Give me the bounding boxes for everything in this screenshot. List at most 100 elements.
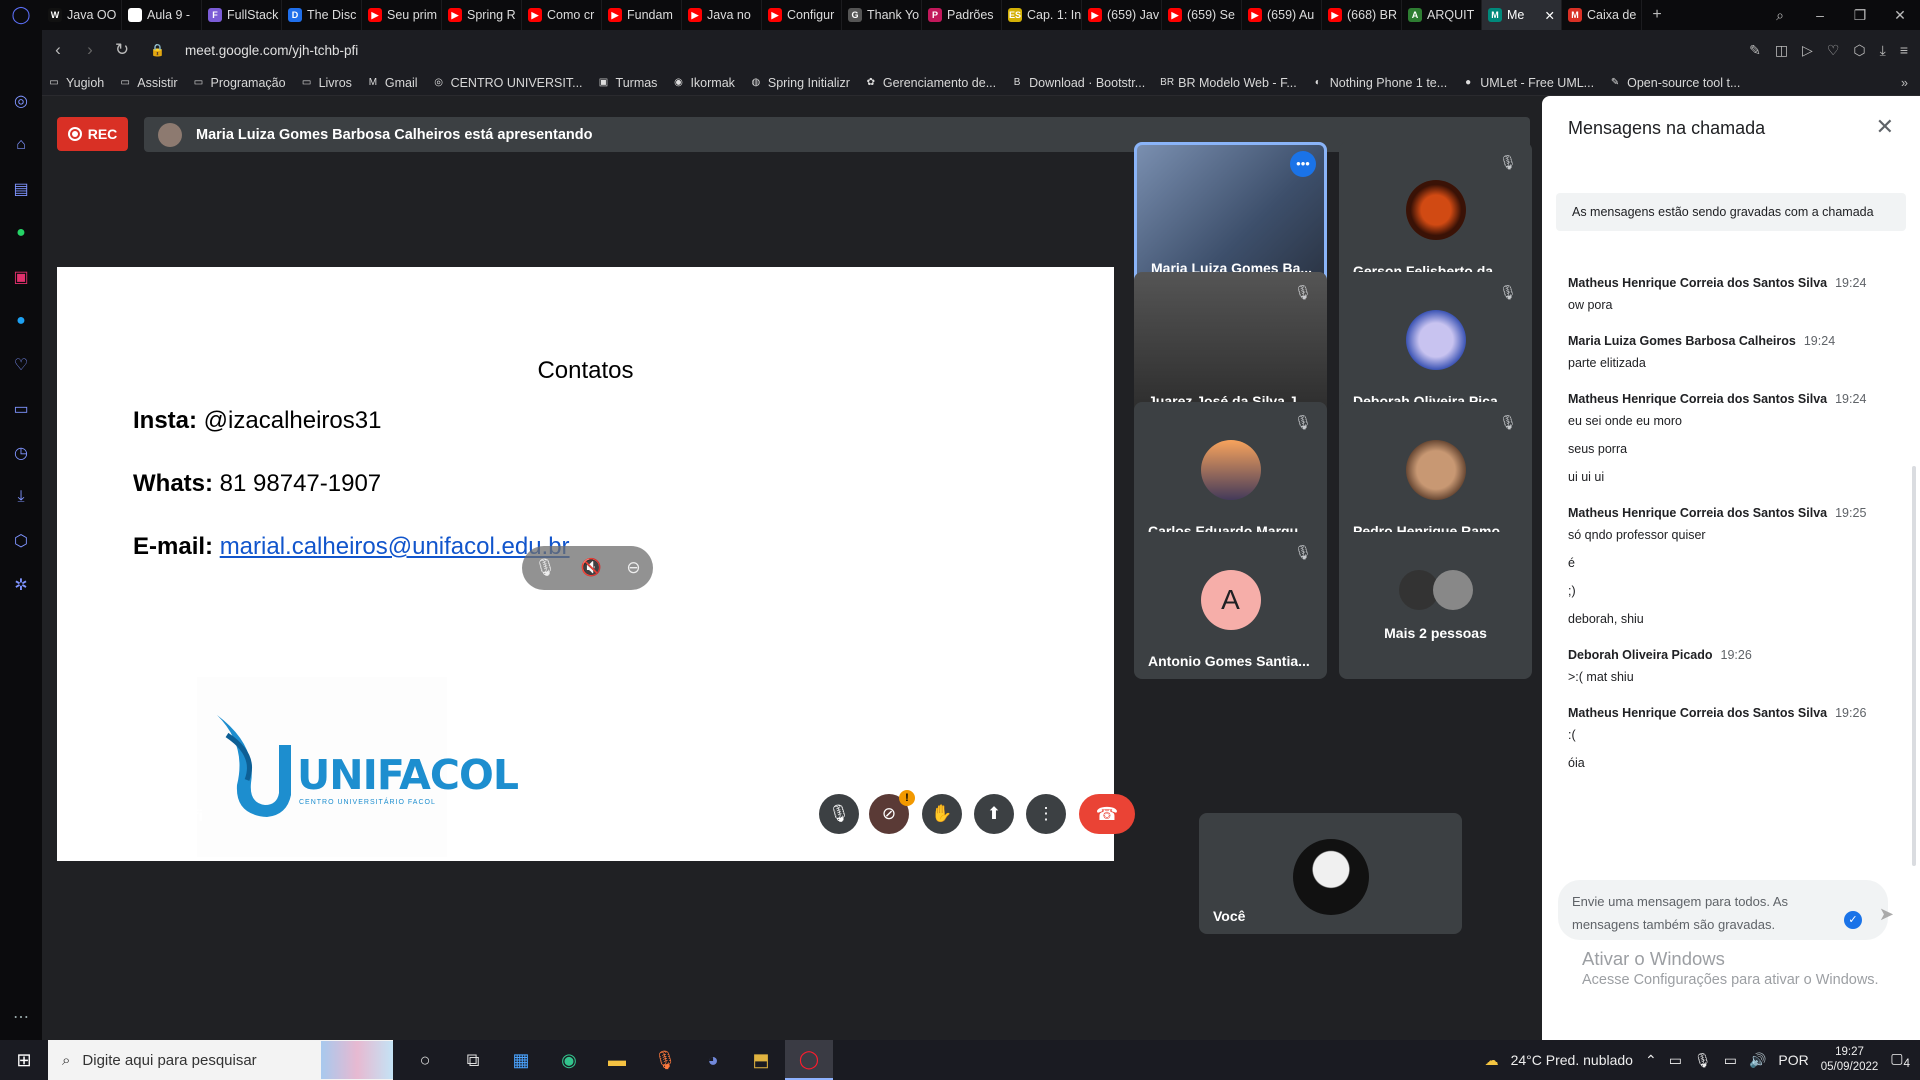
downloads-icon[interactable]: ⤓ xyxy=(10,486,32,508)
back-button[interactable]: ‹ xyxy=(42,40,74,60)
weather-icon[interactable]: ☁ xyxy=(1485,1052,1499,1069)
favorites-icon[interactable]: ♡ xyxy=(10,354,32,376)
bookmark-item[interactable]: ▭ Assistir xyxy=(119,76,178,90)
cortana-icon[interactable]: ○ xyxy=(401,1040,449,1080)
present-button[interactable]: ⬆ xyxy=(974,794,1014,834)
search-tabs-icon[interactable]: ⌕ xyxy=(1760,7,1800,24)
start-button[interactable]: ⊞ xyxy=(0,1050,48,1071)
mic-button[interactable]: 🎙 xyxy=(819,794,859,834)
taskbar-search[interactable]: ⌕ Digite aqui para pesquisar xyxy=(48,1040,393,1080)
bookmark-item[interactable]: ✿ Gerenciamento de... xyxy=(865,76,996,90)
participant-tile[interactable]: Mais 2 pessoas xyxy=(1339,532,1532,679)
bookmark-item[interactable]: ◍ Spring Initializr xyxy=(750,76,850,90)
discord-icon[interactable]: ◕ xyxy=(689,1040,737,1080)
bookmark-item[interactable]: ● UMLet - Free UML... xyxy=(1462,76,1594,90)
more-icon[interactable]: ⋯ xyxy=(10,1006,32,1028)
browser-tab[interactable]: ▶ Configur xyxy=(762,0,842,30)
browser-tab[interactable]: F FullStack xyxy=(202,0,282,30)
file-explorer-icon[interactable]: ▬ xyxy=(593,1040,641,1080)
participant-tile[interactable]: 🎙 Gerson Felisberto da ... xyxy=(1339,142,1532,289)
browser-tab[interactable]: A ARQUIT xyxy=(1402,0,1482,30)
raise-hand-button[interactable]: ✋ xyxy=(922,794,962,834)
bookmark-item[interactable]: ◎ CENTRO UNIVERSIT... xyxy=(433,76,582,90)
browser-tab[interactable]: ▶ Java no xyxy=(682,0,762,30)
browser-tab[interactable]: ES Cap. 1: In xyxy=(1002,0,1082,30)
browser-tab[interactable]: D The Disc xyxy=(282,0,362,30)
weather-text[interactable]: 24°C Pred. nublado xyxy=(1511,1052,1633,1068)
mic-app-icon[interactable]: 🎙 xyxy=(641,1040,689,1080)
settings-icon[interactable]: ✲ xyxy=(10,574,32,596)
store-icon[interactable]: ▦ xyxy=(497,1040,545,1080)
twitter-icon[interactable]: ● xyxy=(10,310,32,332)
minus-circle-icon[interactable]: ⊖ xyxy=(626,558,640,578)
participant-tile[interactable]: 🎙 Pedro Henrique Ramo... xyxy=(1339,402,1532,549)
mic-off-icon[interactable]: 🎙 xyxy=(534,558,556,578)
browser-tab[interactable]: M Me ✕ xyxy=(1482,0,1562,30)
end-call-button[interactable]: ☎ xyxy=(1079,794,1135,834)
bookmark-item[interactable]: ▭ Yugioh xyxy=(48,76,104,90)
bookmark-item[interactable]: B Download · Bootstr... xyxy=(1011,76,1145,90)
close-chat-icon[interactable]: ✕ xyxy=(1876,114,1894,140)
messages-icon[interactable]: ▭ xyxy=(10,398,32,420)
browser-tab[interactable]: ▶ Seu prim xyxy=(362,0,442,30)
self-tile[interactable]: Você xyxy=(1199,813,1462,934)
minimize-button[interactable]: – xyxy=(1800,7,1840,23)
participant-tile[interactable]: A 🎙 Antonio Gomes Santia... xyxy=(1134,532,1327,679)
participant-tile[interactable]: 🎙 Carlos Eduardo Marqu... xyxy=(1134,402,1327,549)
close-window-button[interactable]: ✕ xyxy=(1880,7,1920,24)
browser-tab[interactable]: ▶ (659) Au xyxy=(1242,0,1322,30)
more-bookmarks-icon[interactable]: » xyxy=(1901,76,1908,90)
instagram-icon[interactable]: ▣ xyxy=(10,266,32,288)
forward-button[interactable]: › xyxy=(74,40,106,60)
browser-tab[interactable]: ▶ Spring R xyxy=(442,0,522,30)
bookmark-item[interactable]: BR BR Modelo Web - F... xyxy=(1160,76,1297,90)
opera-menu-icon[interactable]: ◯ xyxy=(0,0,42,30)
bookmark-item[interactable]: ✎ Open-source tool t... xyxy=(1609,76,1740,90)
close-tab-icon[interactable]: ✕ xyxy=(1545,8,1555,23)
browser-tab[interactable]: P Padrões xyxy=(922,0,1002,30)
browser-tab[interactable]: ▶ Como cr xyxy=(522,0,602,30)
opera-taskbar-icon[interactable]: ◯ xyxy=(785,1040,833,1080)
new-tab-button[interactable]: + xyxy=(1642,6,1672,24)
easy-setup-icon[interactable]: ≡ xyxy=(1900,42,1908,59)
network-icon[interactable]: ▭ xyxy=(1724,1052,1737,1069)
browser-tab[interactable]: ▶ (659) Jav xyxy=(1082,0,1162,30)
bookmark-item[interactable]: ◐ Nothing Phone 1 te... xyxy=(1312,76,1447,90)
volume-icon[interactable]: 🔊 xyxy=(1749,1052,1766,1069)
participant-tile[interactable]: ••• Maria Luiza Gomes Ba... xyxy=(1134,142,1327,289)
email-link[interactable]: marial.calheiros@unifacol.edu.br xyxy=(220,533,570,560)
bookmark-item[interactable]: ▣ Turmas xyxy=(598,76,658,90)
camera-tray-icon[interactable]: ▭ xyxy=(1669,1052,1682,1069)
extension-cube-icon[interactable]: ⬡ xyxy=(1853,42,1865,59)
participant-tile[interactable]: 🎙 Juarez José da Silva J... xyxy=(1134,272,1327,419)
language-indicator[interactable]: POR xyxy=(1778,1052,1808,1068)
edit-icon[interactable]: ✎ xyxy=(1749,42,1761,59)
browser-tab[interactable]: G Thank Yo xyxy=(842,0,922,30)
browser-tab[interactable]: W Java OO xyxy=(42,0,122,30)
bookmark-item[interactable]: ◉ Ikormak xyxy=(672,76,735,90)
chat-input[interactable]: Envie uma mensagem para todos. As mensag… xyxy=(1558,880,1888,940)
more-options-button[interactable]: ⋮ xyxy=(1026,794,1066,834)
bookmark-heart-icon[interactable]: ♡ xyxy=(1827,42,1840,59)
url-field[interactable]: meet.google.com/yjh-tchb-pfi xyxy=(185,43,358,58)
mic-tray-icon[interactable]: 🎙 xyxy=(1694,1052,1712,1069)
task-view-icon[interactable]: ⧉ xyxy=(449,1040,497,1080)
minecraft-icon[interactable]: ⬒ xyxy=(737,1040,785,1080)
twitch-icon[interactable]: ▤ xyxy=(10,178,32,200)
shopping-icon[interactable]: ⌂ xyxy=(10,134,32,156)
browser-tab[interactable]: ▶ Fundam xyxy=(602,0,682,30)
audio-off-icon[interactable]: 🔇 xyxy=(581,558,602,578)
bookmark-item[interactable]: ▭ Programação xyxy=(193,76,286,90)
edge-icon[interactable]: ◉ xyxy=(545,1040,593,1080)
whatsapp-icon[interactable]: ● xyxy=(10,222,32,244)
participant-tile[interactable]: 🎙 Deborah Oliveira Pica... xyxy=(1339,272,1532,419)
extensions-icon[interactable]: ⬡ xyxy=(10,530,32,552)
chat-scrollbar[interactable] xyxy=(1912,466,1916,866)
browser-tab[interactable]: N Aula 9 - xyxy=(122,0,202,30)
browser-tab[interactable]: ▶ (659) Se xyxy=(1162,0,1242,30)
camera-button[interactable]: ⊘! xyxy=(869,790,915,834)
restore-button[interactable]: ❐ xyxy=(1840,7,1880,24)
tray-chevron-icon[interactable]: ⌃ xyxy=(1645,1052,1657,1069)
bookmark-item[interactable]: M Gmail xyxy=(367,76,418,90)
snapshot-icon[interactable]: ◫ xyxy=(1775,42,1788,59)
